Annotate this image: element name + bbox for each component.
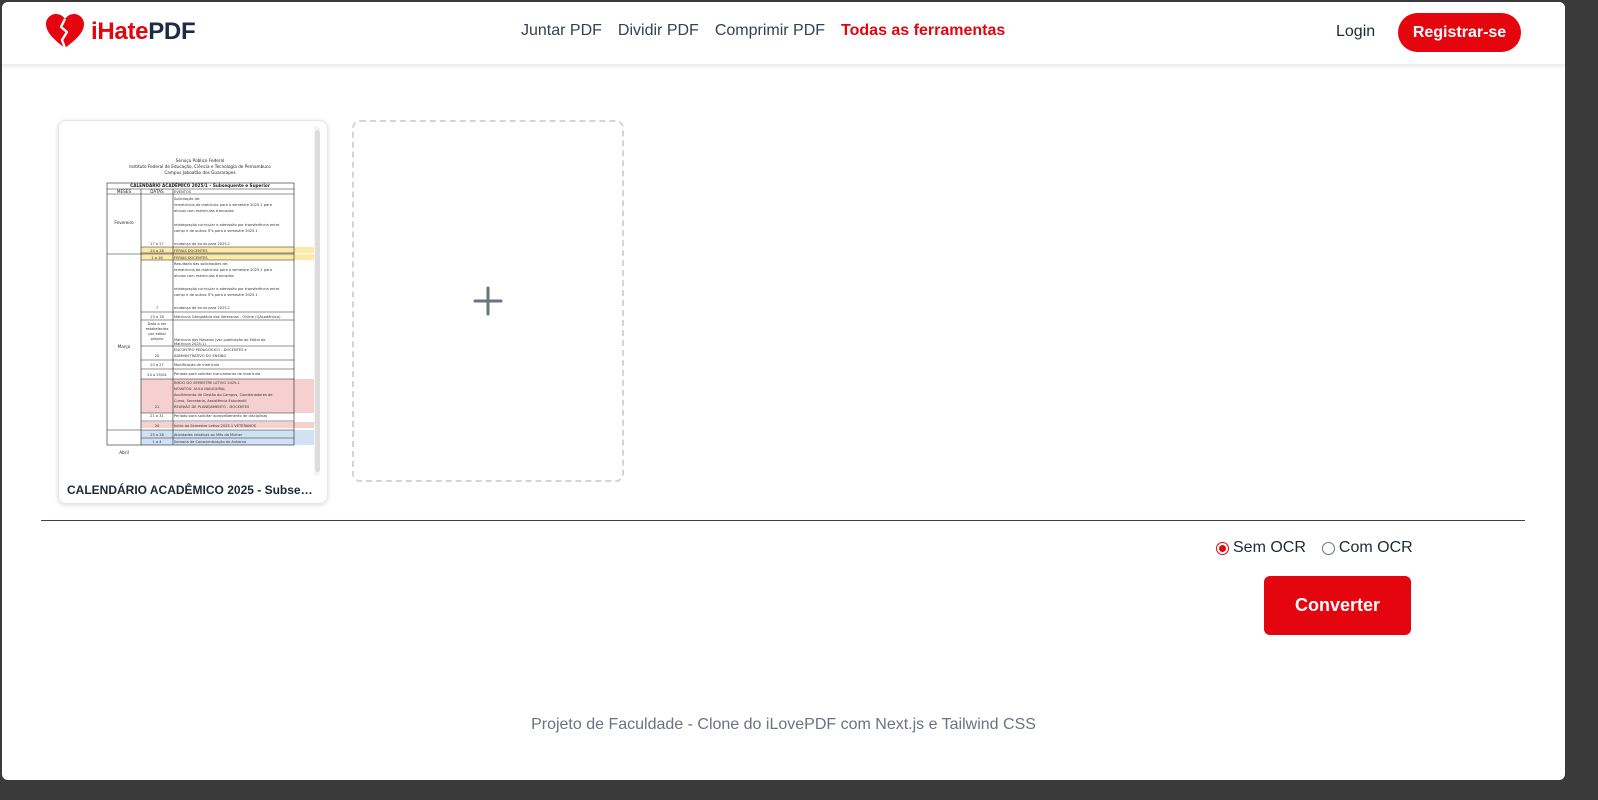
nav-comprimir-pdf[interactable]: Comprimir PDF	[715, 22, 825, 40]
svg-text:13 a 18: 13 a 18	[150, 315, 164, 319]
svg-text:Semana de Conscientização do A: Semana de Conscientização do Autismo	[174, 440, 246, 444]
top-navbar: iHatePDF Juntar PDF Dividir PDF Comprimi…	[2, 2, 1565, 65]
nav-juntar-pdf[interactable]: Juntar PDF	[521, 22, 602, 40]
svg-text:ADMINISTRATIVO DO ENSINO: ADMINISTRATIVO DO ENSINO	[174, 354, 226, 358]
svg-text:21: 21	[155, 405, 160, 409]
svg-text:ENCONTRO PEDAGÓGICO - DOCENTES: ENCONTRO PEDAGÓGICO - DOCENTES e	[174, 347, 248, 352]
svg-text:20: 20	[155, 354, 160, 358]
pdf-page-preview: Serviço Público Federal Instituto Federa…	[66, 126, 328, 476]
svg-text:rematrícula de matrícula para: rematrícula de matrícula para o semestre…	[174, 268, 272, 272]
svg-text:mudança de turno para 2025.1: mudança de turno para 2025.1	[174, 306, 230, 310]
ocr-option-com[interactable]: Com OCR	[1321, 539, 1413, 557]
thumbnail-scrollbar[interactable]	[315, 130, 320, 472]
svg-text:Período para solicitar trancam: Período para solicitar trancamento de ma…	[174, 372, 260, 376]
svg-text:Matrícula 2025.1): Matrícula 2025.1)	[174, 342, 206, 346]
nav-dividir-pdf[interactable]: Dividir PDF	[618, 22, 699, 40]
section-divider	[41, 520, 1525, 521]
svg-text:Abril: Abril	[119, 450, 129, 455]
logo-hate: Hate	[97, 18, 149, 45]
svg-text:campi e de outros IF's para o: campi e de outros IF's para o semestre 2…	[174, 229, 258, 233]
login-link[interactable]: Login	[1336, 23, 1375, 41]
pdf-thumbnail: Serviço Público Federal Instituto Federa…	[66, 126, 328, 476]
logo-text: iHatePDF	[91, 18, 196, 46]
svg-text:1 a 4: 1 a 4	[152, 440, 162, 444]
svg-text:por edital: por edital	[148, 332, 165, 336]
app-window: iHatePDF Juntar PDF Dividir PDF Comprimi…	[2, 2, 1565, 780]
svg-text:Março: Março	[118, 344, 131, 349]
svg-text:rematrícula de matrícula para: rematrícula de matrícula para o semestre…	[174, 203, 272, 207]
svg-text:alunos com matrículas trancada: alunos com matrículas trancadas	[174, 209, 234, 213]
svg-text:FÉRIAS DOCENTES: FÉRIAS DOCENTES	[174, 255, 208, 260]
plus-icon	[473, 286, 503, 316]
svg-text:INÍCIO DO SEMESTRE LETIVO 2025: INÍCIO DO SEMESTRE LETIVO 2025.1	[174, 380, 240, 385]
svg-text:20 a 27: 20 a 27	[150, 363, 164, 367]
svg-text:reintegração curricular e admi: reintegração curricular e admissão por t…	[174, 287, 280, 291]
svg-text:Instituto Federal de Educação,: Instituto Federal de Educação, Ciência e…	[129, 164, 271, 169]
register-button[interactable]: Registrar-se	[1398, 13, 1521, 52]
ocr-option-sem[interactable]: Sem OCR	[1216, 539, 1306, 557]
svg-text:Data a ser: Data a ser	[148, 322, 167, 326]
svg-text:17 a 27: 17 a 27	[150, 242, 164, 246]
svg-text:FÉRIAS DOCENTES: FÉRIAS DOCENTES	[174, 248, 208, 253]
svg-text:DATAS: DATAS	[150, 189, 164, 194]
ocr-option-label: Com OCR	[1338, 539, 1413, 556]
svg-text:24 a 28: 24 a 28	[150, 249, 164, 253]
svg-text:24: 24	[155, 424, 160, 428]
svg-text:estabelecida: estabelecida	[146, 327, 169, 331]
svg-text:campi e de outros IF's para o: campi e de outros IF's para o semestre 2…	[174, 293, 258, 297]
svg-text:21 a 31: 21 a 31	[150, 414, 164, 418]
svg-text:25 a 28: 25 a 28	[150, 433, 164, 437]
footer-text: Projeto de Faculdade - Clone do iLovePDF…	[531, 716, 1036, 733]
add-file-dropzone[interactable]	[352, 120, 624, 482]
svg-text:CALENDÁRIO ACADÊMICO 2025/1 –: CALENDÁRIO ACADÊMICO 2025/1 – Subsequent…	[130, 183, 271, 188]
svg-text:Matrícula Obrigatória dos Vete: Matrícula Obrigatória dos Veteranos - On…	[174, 315, 281, 319]
convert-button[interactable]: Converter	[1264, 576, 1411, 635]
nav-todas-ferramentas[interactable]: Todas as ferramentas	[841, 22, 1005, 40]
pdf-preview-graphic: Serviço Público Federal Instituto Federa…	[106, 158, 328, 455]
svg-text:Resultado das solicitações de:: Resultado das solicitações de:	[174, 262, 228, 266]
svg-text:Início do Semestre Letivo 2025: Início do Semestre Letivo 2025.1 VETERAN…	[174, 424, 257, 428]
main-nav: Juntar PDF Dividir PDF Comprimir PDF Tod…	[521, 22, 1005, 40]
ocr-option-label: Sem OCR	[1233, 539, 1306, 556]
broken-heart-icon	[46, 14, 84, 49]
ocr-options: Sem OCR Com OCR	[1216, 539, 1413, 557]
svg-text:1 a 16: 1 a 16	[151, 256, 163, 260]
file-name: CALENDÁRIO ACADÊMICO 2025 - Subsequente …	[67, 483, 319, 497]
svg-text:Atividades relativas ao Mês da: Atividades relativas ao Mês da Mulher	[174, 433, 243, 437]
svg-text:reintegração curricular e admi: reintegração curricular e admissão por t…	[174, 223, 280, 227]
radio-com-ocr[interactable]	[1321, 541, 1335, 555]
svg-text:EVENTOS: EVENTOS	[174, 190, 192, 194]
svg-text:Solicitação de:: Solicitação de:	[174, 197, 200, 201]
logo[interactable]: iHatePDF	[45, 14, 196, 50]
svg-text:7: 7	[156, 306, 158, 310]
svg-text:Fevereiro: Fevereiro	[114, 220, 134, 225]
svg-text:NOVATOS: AULA INAUGURAL: NOVATOS: AULA INAUGURAL	[174, 387, 225, 391]
svg-text:mudança de turno para 2025.1: mudança de turno para 2025.1	[174, 242, 230, 246]
svg-text:MESES: MESES	[117, 189, 132, 194]
svg-text:próprio: próprio	[151, 337, 164, 341]
svg-text:Serviço Público Federal: Serviço Público Federal	[176, 158, 225, 163]
svg-text:20 a 25/04: 20 a 25/04	[147, 373, 167, 377]
svg-text:REUNIÃO DE PLANEJAMENTO - DOCE: REUNIÃO DE PLANEJAMENTO - DOCENTES	[174, 404, 250, 409]
svg-text:Acolhimento de Gestão do Campu: Acolhimento de Gestão do Campus, Coorden…	[174, 393, 273, 397]
svg-text:alunos com matrículas trancada: alunos com matrículas trancadas	[174, 274, 234, 278]
radio-sem-ocr[interactable]	[1216, 541, 1229, 555]
file-card[interactable]: Serviço Público Federal Instituto Federa…	[58, 120, 328, 504]
svg-text:Campus Jaboatão dos Guararapes: Campus Jaboatão dos Guararapes	[164, 170, 235, 175]
logo-suffix: PDF	[148, 18, 196, 45]
svg-text:Período para solicitar aprovei: Período para solicitar aproveitamento de…	[174, 414, 267, 418]
svg-text:Curso, Secretaria, Assistência: Curso, Secretaria, Assistência Estudanti…	[174, 399, 247, 403]
svg-text:Modificação de matrícula: Modificação de matrícula	[174, 363, 219, 367]
